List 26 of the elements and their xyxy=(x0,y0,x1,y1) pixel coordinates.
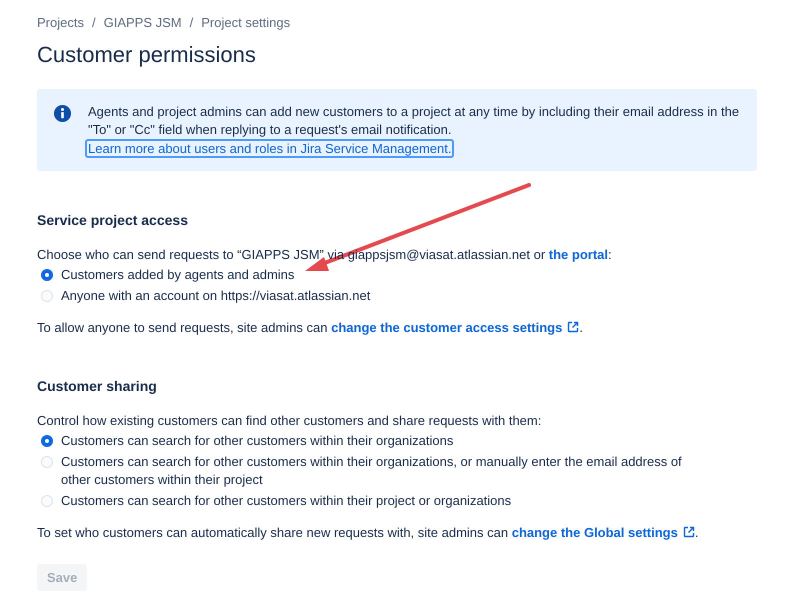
radio-label[interactable]: Anyone with an account on https://viasat.atlassian.net xyxy=(61,287,370,305)
breadcrumb-separator: / xyxy=(190,14,194,30)
section-heading: Customer sharing xyxy=(37,377,158,395)
radio-button[interactable] xyxy=(41,435,53,447)
portal-link[interactable]: the portal xyxy=(548,247,608,262)
radio-label[interactable]: Customers can search for other customers within their organizations, or manually enter the email address of other customers within their project xyxy=(61,453,713,489)
page-title: Customer permissions xyxy=(37,41,257,69)
breadcrumb-link[interactable]: Project settings xyxy=(201,14,290,30)
info-icon xyxy=(53,104,72,123)
learn-more-link[interactable]: Learn more about users and roles in Jira Service Management. xyxy=(85,139,454,158)
radio-button[interactable] xyxy=(41,269,53,281)
section-heading: Service project access xyxy=(37,211,189,229)
settings-link[interactable]: change the customer access settings xyxy=(331,320,580,335)
breadcrumb-link[interactable]: Projects xyxy=(37,14,84,30)
section-description: Control how existing customers can find other customers and share requests with them: xyxy=(37,412,542,430)
settings-note: To set who customers can automatically share new requests with, site admins can change the Global settings . xyxy=(37,524,700,542)
radio-label[interactable]: Customers can search for other customers within their project or organizations xyxy=(61,492,512,510)
settings-link[interactable]: change the Global settings xyxy=(512,525,695,540)
settings-note: To allow anyone to send requests, site admins can change the customer access settings . xyxy=(37,319,584,337)
external-link-icon xyxy=(682,526,695,538)
radio-label[interactable]: Customers can search for other customers within their organizations xyxy=(61,432,454,450)
breadcrumb-separator: / xyxy=(92,14,96,30)
external-link-icon xyxy=(567,321,580,333)
radio-label[interactable]: Customers added by agents and admins xyxy=(61,266,294,284)
breadcrumb-link[interactable]: GIAPPS JSM xyxy=(104,14,182,30)
info-text: Agents and project admins can add new customers to a project at any time by including their email address in the "To" or "Cc" field when replying to a request's email notification. xyxy=(88,103,740,139)
